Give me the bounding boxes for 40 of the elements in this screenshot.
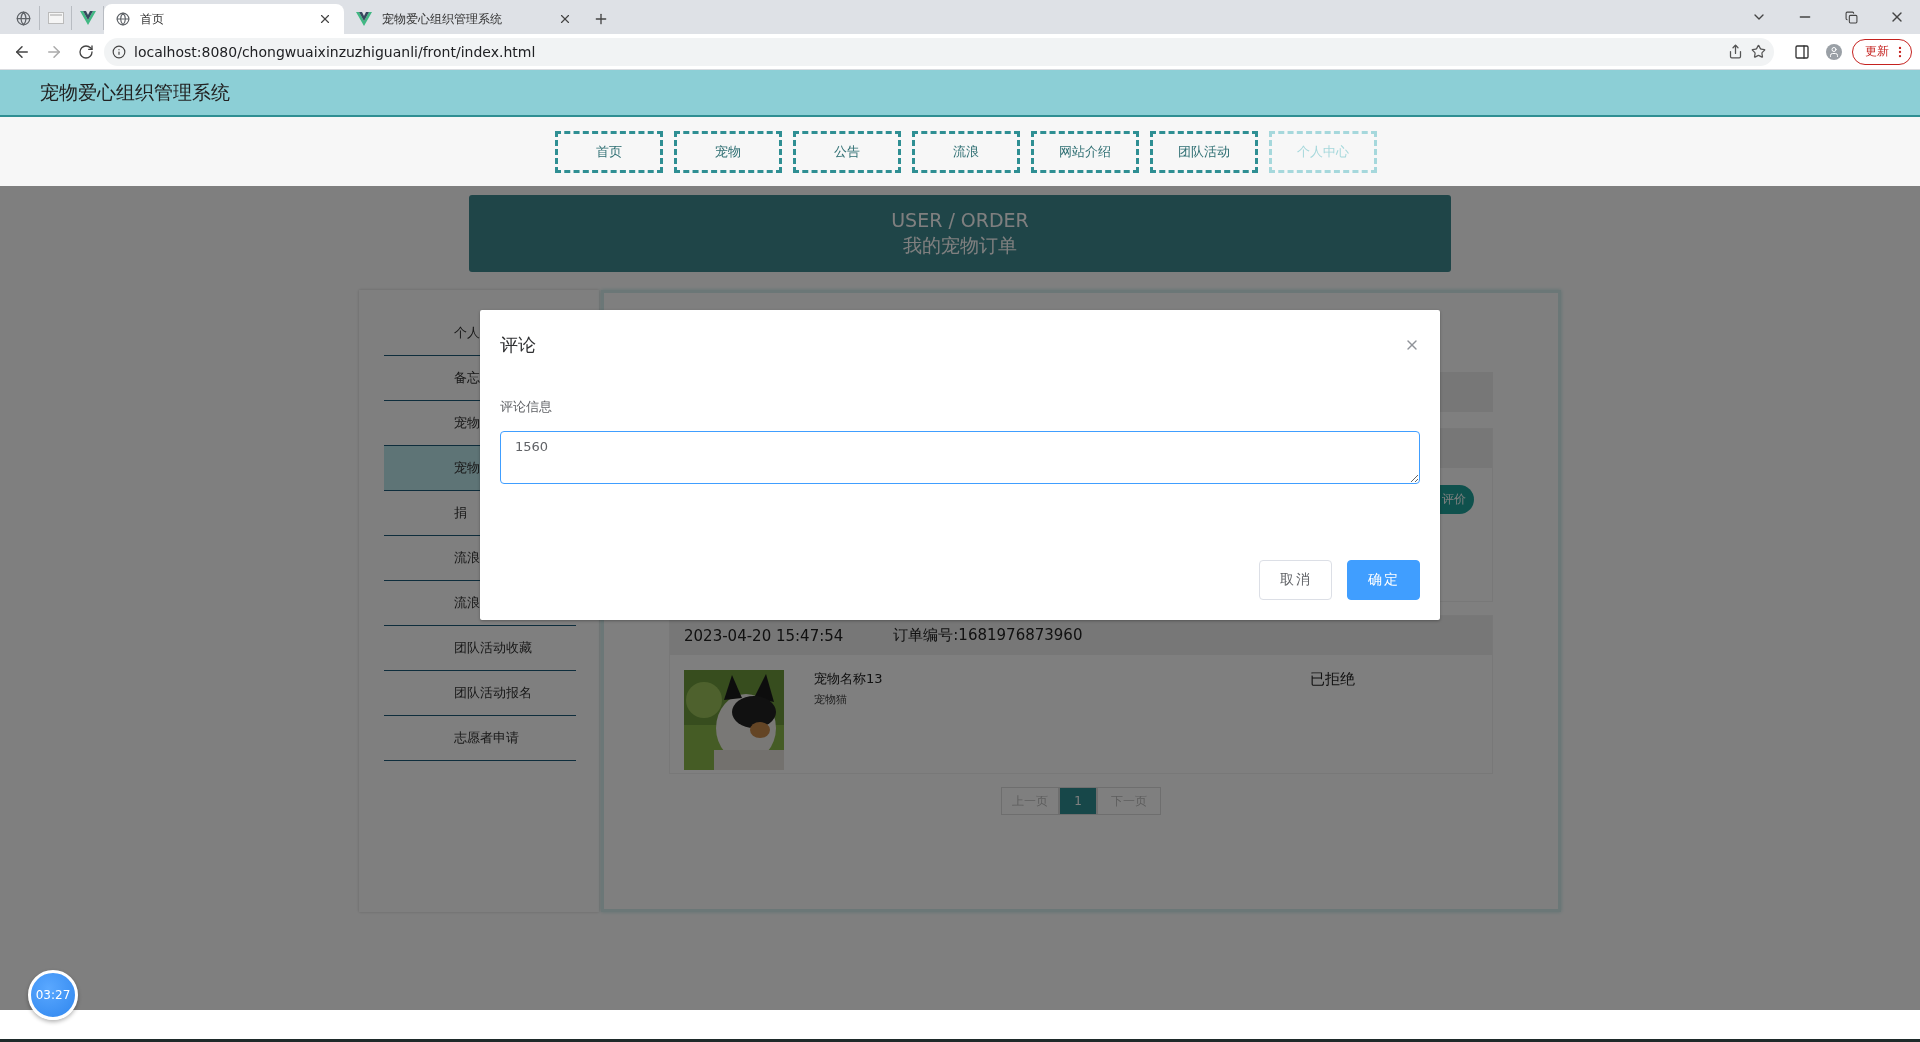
banner-subtitle: 我的宠物订单 — [903, 232, 1017, 258]
v-logo-icon — [79, 11, 96, 25]
browser-tab[interactable]: 宠物爱心组织管理系统 — [344, 4, 584, 34]
sidebar-item[interactable]: 团队活动收藏 — [384, 626, 576, 671]
restore-icon[interactable] — [1844, 10, 1858, 24]
star-icon[interactable] — [1751, 44, 1766, 59]
site-title: 宠物爱心组织管理系统 — [40, 79, 230, 105]
nav-button[interactable]: 首页 — [555, 130, 663, 173]
cancel-button[interactable]: 取消 — [1259, 560, 1332, 600]
info-icon — [112, 44, 126, 59]
profile-icon[interactable] — [1826, 43, 1842, 60]
comment-field[interactable]: 1560 — [500, 431, 1420, 484]
close-icon[interactable] — [318, 12, 332, 26]
page-icon — [47, 12, 64, 24]
new-tab-icon[interactable] — [593, 11, 609, 27]
sidebar-item[interactable]: 志愿者申请 — [384, 716, 576, 761]
close-icon[interactable] — [558, 12, 572, 26]
browser-tab[interactable]: 首页 — [104, 4, 344, 34]
sidebar-item[interactable]: 团队活动报名 — [384, 671, 576, 716]
dialog-title: 评论 — [500, 333, 536, 357]
banner-title: USER / ORDER — [891, 208, 1029, 231]
nav-button[interactable]: 流浪 — [912, 130, 1020, 173]
address-field[interactable]: localhost:8080/chongwuaixinzuzhiguanli/front/index.html — [104, 37, 1774, 66]
order-number: 订单编号:1681976873960 — [893, 626, 1083, 645]
side-panel-icon[interactable] — [1794, 43, 1810, 60]
field-label: 评论信息 — [500, 398, 553, 416]
nav-button[interactable]: 团队活动 — [1150, 130, 1258, 173]
share-icon[interactable] — [1728, 44, 1743, 59]
nav-button[interactable]: 宠物 — [674, 130, 782, 173]
update-button[interactable]: 更新 — [1852, 38, 1912, 65]
globe-icon — [16, 10, 31, 26]
globe-icon — [116, 12, 130, 26]
v-logo-icon — [356, 12, 372, 26]
order-status: 已拒绝 — [1310, 670, 1355, 690]
nav-button[interactable]: 公告 — [793, 130, 901, 173]
nav-button[interactable]: 网站介绍 — [1031, 130, 1139, 173]
pet-type: 宠物猫 — [814, 692, 848, 707]
order-date: 2023-04-20 15:47:54 — [684, 626, 844, 645]
pet-name: 宠物名称13 — [814, 670, 884, 688]
reload-icon[interactable] — [78, 43, 94, 60]
